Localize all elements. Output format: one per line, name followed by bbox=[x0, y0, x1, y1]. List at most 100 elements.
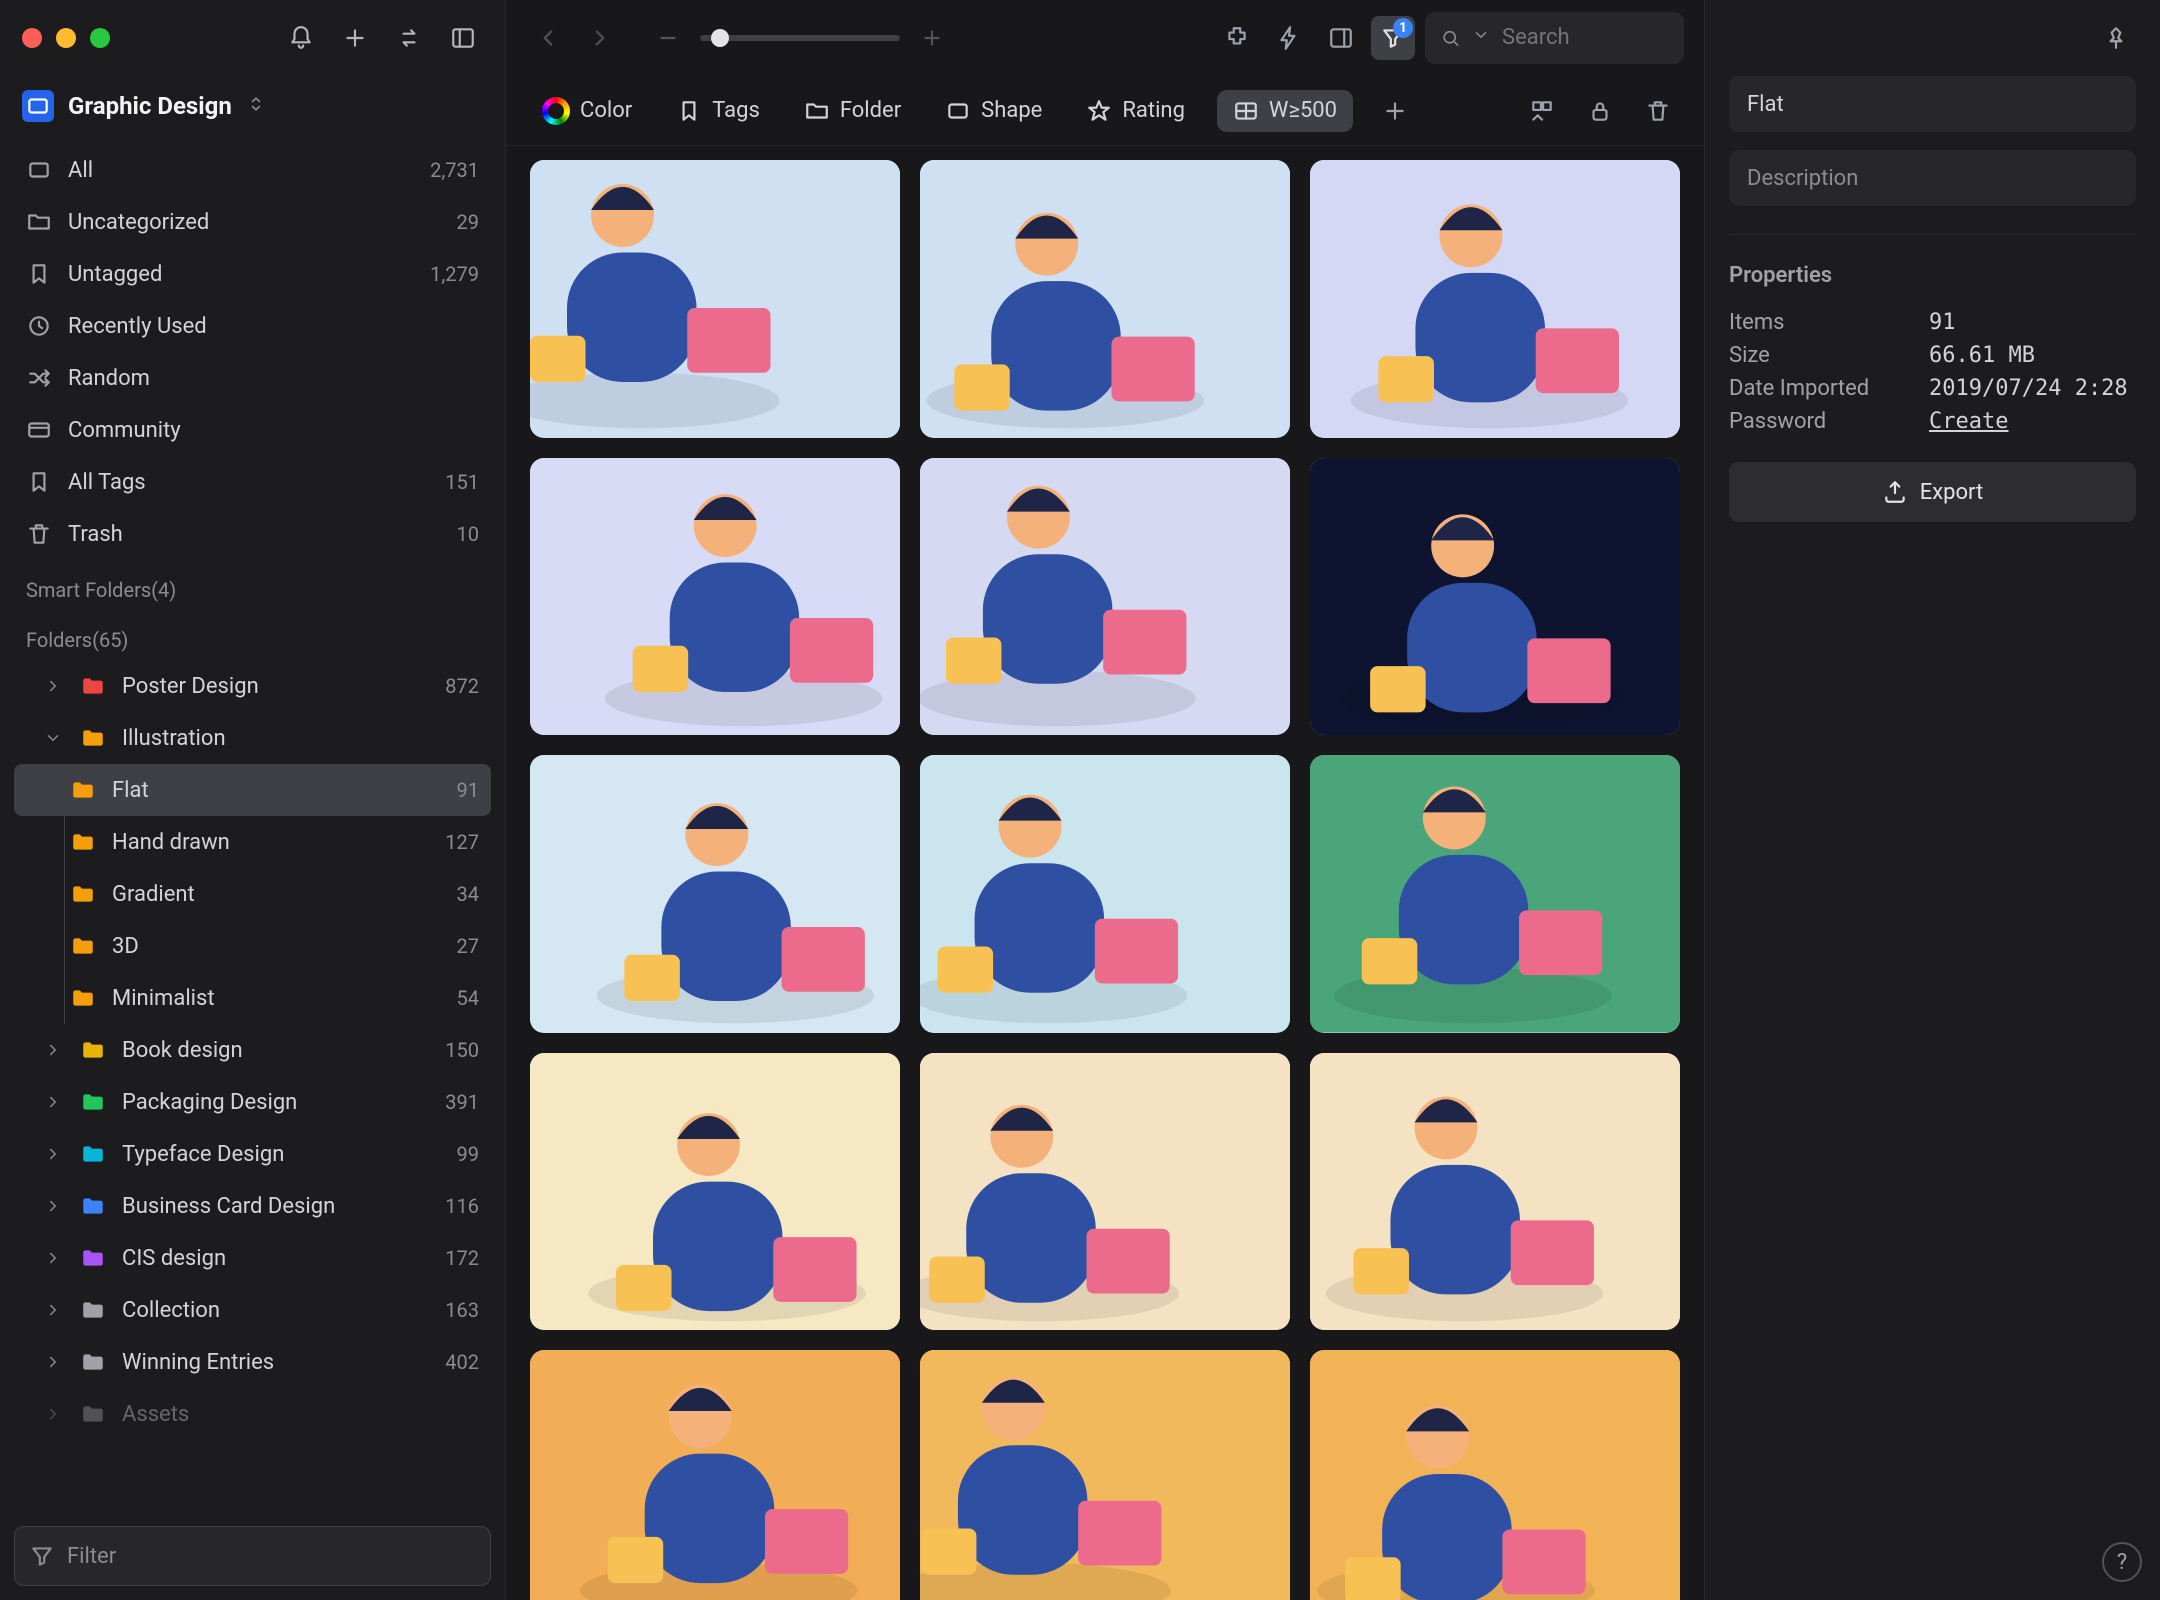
actions-icon[interactable] bbox=[1267, 16, 1311, 60]
sync-icon[interactable] bbox=[389, 18, 429, 58]
extensions-icon[interactable] bbox=[1215, 16, 1259, 60]
close-window-button[interactable] bbox=[22, 28, 42, 48]
dimensions-icon bbox=[1233, 98, 1259, 124]
prop-value[interactable]: Create bbox=[1929, 409, 2008, 434]
folder-title-field[interactable]: Flat bbox=[1729, 76, 2136, 132]
folder-label: Assets bbox=[122, 1402, 189, 1427]
folder-icon bbox=[70, 777, 96, 803]
thumbnail[interactable] bbox=[920, 1053, 1290, 1331]
thumbnail[interactable] bbox=[530, 160, 900, 438]
disclosure-icon[interactable] bbox=[42, 1249, 64, 1267]
zoom-minus-icon[interactable] bbox=[646, 16, 690, 60]
folder-assets[interactable]: Assets bbox=[14, 1388, 491, 1440]
thumbnail[interactable] bbox=[920, 755, 1290, 1033]
thumbnail[interactable] bbox=[1310, 1350, 1680, 1600]
disclosure-icon[interactable] bbox=[42, 1301, 64, 1319]
thumbnail[interactable] bbox=[920, 458, 1290, 736]
sidebar-untagged[interactable]: Untagged1,279 bbox=[14, 248, 491, 300]
filter-width-chip[interactable]: W≥500 bbox=[1217, 90, 1353, 132]
sidebar-trash[interactable]: Trash10 bbox=[14, 508, 491, 560]
filter-rating[interactable]: Rating bbox=[1074, 90, 1197, 132]
sidebar-recent[interactable]: Recently Used bbox=[14, 300, 491, 352]
folder-icon bbox=[80, 1349, 106, 1375]
disclosure-icon[interactable] bbox=[42, 1093, 64, 1111]
thumbnail[interactable] bbox=[920, 160, 1290, 438]
library-selector[interactable]: Graphic Design bbox=[0, 76, 505, 136]
folder-label: Packaging Design bbox=[122, 1090, 297, 1115]
prop-password[interactable]: PasswordCreate bbox=[1729, 405, 2136, 438]
filter-color[interactable]: Color bbox=[530, 89, 644, 133]
disclosure-icon[interactable] bbox=[42, 677, 64, 695]
search-input[interactable] bbox=[1502, 25, 1668, 50]
nav-back-button[interactable] bbox=[526, 16, 570, 60]
thumbnail[interactable] bbox=[530, 1053, 900, 1331]
folder-packaging-design[interactable]: Packaging Design391 bbox=[14, 1076, 491, 1128]
sidebar-filter-input[interactable]: Filter bbox=[14, 1526, 491, 1586]
export-button[interactable]: Export bbox=[1729, 462, 2136, 522]
thumbnail[interactable] bbox=[1310, 755, 1680, 1033]
sidebar-random[interactable]: Random bbox=[14, 352, 491, 404]
window-titlebar bbox=[0, 0, 505, 76]
thumbnail[interactable] bbox=[530, 458, 900, 736]
prop-key: Items bbox=[1729, 310, 1929, 335]
thumbnail[interactable] bbox=[530, 755, 900, 1033]
folder-collection[interactable]: Collection163 bbox=[14, 1284, 491, 1336]
zoom-slider[interactable] bbox=[646, 16, 954, 60]
disclosure-icon[interactable] bbox=[42, 1145, 64, 1163]
filter-folder[interactable]: Folder bbox=[792, 90, 913, 132]
sidebar-uncategorized[interactable]: Uncategorized29 bbox=[14, 196, 491, 248]
disclosure-icon[interactable] bbox=[42, 1405, 64, 1423]
subfolder-hand-drawn[interactable]: Hand drawn127 bbox=[14, 816, 491, 868]
filter-tags[interactable]: Tags bbox=[664, 90, 772, 132]
select-mode-icon[interactable] bbox=[1520, 89, 1564, 133]
folder-poster-design[interactable]: Poster Design872 bbox=[14, 660, 491, 712]
folder-cis-design[interactable]: CIS design172 bbox=[14, 1232, 491, 1284]
sidebar-all[interactable]: All2,731 bbox=[14, 144, 491, 196]
folder-label: Book design bbox=[122, 1038, 243, 1063]
disclosure-icon[interactable] bbox=[42, 1353, 64, 1371]
subfolder-minimalist[interactable]: Minimalist54 bbox=[14, 972, 491, 1024]
notifications-icon[interactable] bbox=[281, 18, 321, 58]
add-filter-button[interactable] bbox=[1373, 89, 1417, 133]
help-button[interactable]: ? bbox=[2102, 1542, 2142, 1582]
folder-illustration[interactable]: Illustration bbox=[14, 712, 491, 764]
thumbnail[interactable] bbox=[1310, 458, 1680, 736]
add-icon[interactable] bbox=[335, 18, 375, 58]
nav-forward-button[interactable] bbox=[578, 16, 622, 60]
subfolder-flat[interactable]: Flat91 bbox=[14, 764, 491, 816]
thumbnail[interactable] bbox=[1310, 1053, 1680, 1331]
search-box[interactable] bbox=[1425, 12, 1684, 64]
smart-folders-heading[interactable]: Smart Folders(4) bbox=[14, 560, 491, 610]
thumbnail[interactable] bbox=[920, 1350, 1290, 1600]
folders-heading[interactable]: Folders(65) bbox=[14, 610, 491, 660]
disclosure-icon[interactable] bbox=[42, 729, 64, 747]
folder-count: 163 bbox=[445, 1298, 479, 1322]
trash-icon[interactable] bbox=[1636, 89, 1680, 133]
layout-icon[interactable] bbox=[1319, 16, 1363, 60]
sidebar-community[interactable]: Community bbox=[14, 404, 491, 456]
disclosure-icon[interactable] bbox=[42, 1041, 64, 1059]
disclosure-icon[interactable] bbox=[42, 1197, 64, 1215]
folder-icon bbox=[80, 1245, 106, 1271]
chevron-updown-icon bbox=[246, 94, 266, 118]
subfolder-3d[interactable]: 3D27 bbox=[14, 920, 491, 972]
subfolder-gradient[interactable]: Gradient34 bbox=[14, 868, 491, 920]
folder-typeface-design[interactable]: Typeface Design99 bbox=[14, 1128, 491, 1180]
folder-winning-entries[interactable]: Winning Entries402 bbox=[14, 1336, 491, 1388]
toggle-sidebar-icon[interactable] bbox=[443, 18, 483, 58]
thumbnail[interactable] bbox=[1310, 160, 1680, 438]
maximize-window-button[interactable] bbox=[90, 28, 110, 48]
lock-icon[interactable] bbox=[1578, 89, 1622, 133]
filter-toolbar: Color Tags Folder Shape Rating W≥500 bbox=[506, 76, 1704, 146]
filter-shape[interactable]: Shape bbox=[933, 90, 1054, 132]
minimize-window-button[interactable] bbox=[56, 28, 76, 48]
filter-panel-button[interactable]: 1 bbox=[1371, 16, 1415, 60]
folder-icon bbox=[70, 881, 96, 907]
description-field[interactable]: Description bbox=[1729, 150, 2136, 206]
thumbnail[interactable] bbox=[530, 1350, 900, 1600]
folder-book-design[interactable]: Book design150 bbox=[14, 1024, 491, 1076]
folder-business-card-design[interactable]: Business Card Design116 bbox=[14, 1180, 491, 1232]
sidebar-alltags[interactable]: All Tags151 bbox=[14, 456, 491, 508]
pin-icon[interactable] bbox=[2096, 18, 2136, 58]
zoom-plus-icon[interactable] bbox=[910, 16, 954, 60]
